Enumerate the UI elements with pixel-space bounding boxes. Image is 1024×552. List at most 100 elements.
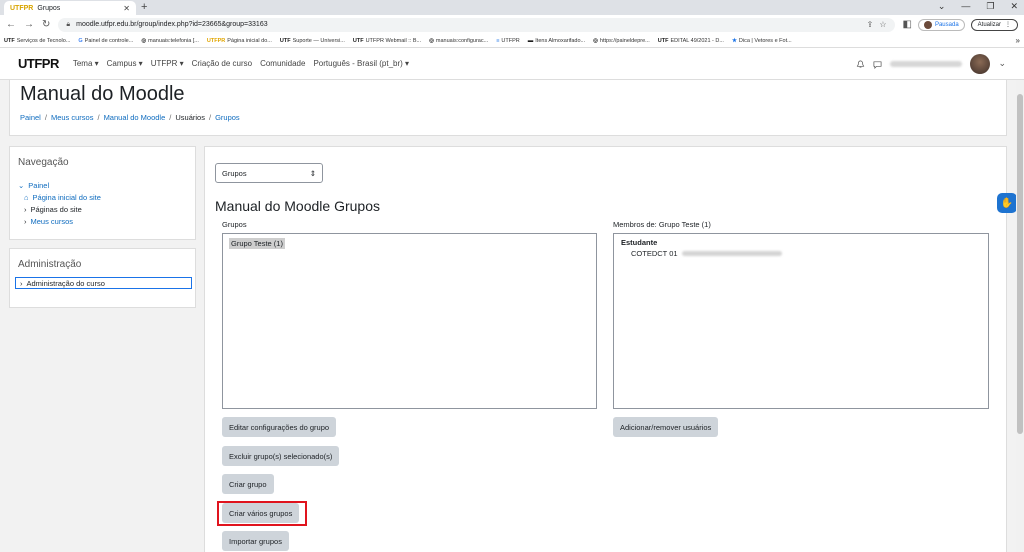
- menu-campus[interactable]: Campus ▾: [107, 59, 143, 68]
- scrollbar-thumb[interactable]: [1017, 94, 1023, 434]
- edit-group-settings-button[interactable]: Editar configurações do grupo: [222, 417, 337, 437]
- navigation-block: Navegação ⌄ Painel ⌂ Página inicial do s…: [9, 146, 196, 240]
- bookmark-label: Suporte — Universi...: [292, 37, 345, 44]
- bookmark-item[interactable]: ▬ Itens Almoxarifado...: [528, 38, 585, 44]
- restore-icon[interactable]: ❐: [986, 1, 994, 12]
- bookmark-item[interactable]: UTF UTFPR Webmail :: B...: [353, 38, 421, 44]
- bookmark-item[interactable]: ◎ https://paineldepre...: [593, 38, 650, 44]
- chevron-right-icon: ›: [20, 278, 23, 288]
- bookmark-item[interactable]: UTF Suporte — Universi...: [280, 38, 345, 44]
- add-remove-users-button[interactable]: Adicionar/remover usuários: [613, 417, 719, 437]
- breadcrumb: Painel / Meus cursos / Manual do Moodle …: [20, 113, 240, 122]
- groups-listbox[interactable]: Grupo Teste (1): [222, 233, 597, 409]
- forward-icon[interactable]: →: [24, 19, 34, 30]
- breadcrumb-painel[interactable]: Painel: [20, 113, 41, 122]
- reload-icon[interactable]: ↻: [42, 19, 50, 30]
- bookmark-label: UTFPR: [501, 37, 520, 44]
- side-panel-icon[interactable]: ◧: [903, 19, 912, 30]
- bookmark-item[interactable]: ≡ UTFPR: [496, 38, 520, 44]
- import-groups-button[interactable]: Importar grupos: [222, 531, 289, 551]
- create-group-button[interactable]: Criar grupo: [222, 474, 274, 494]
- minimize-icon[interactable]: —: [961, 1, 970, 12]
- address-bar[interactable]: 🔒︎ moodle.utfpr.edu.br/group/index.php?i…: [58, 17, 895, 32]
- user-menu-chevron-down-icon[interactable]: ⌄: [998, 58, 1006, 69]
- utfpr-blue-icon: ≡: [496, 37, 500, 44]
- menu-tema[interactable]: Tema ▾: [73, 59, 99, 68]
- admin-item-course-admin[interactable]: › Administração do curso: [15, 277, 192, 289]
- menu-comunidade[interactable]: Comunidade: [260, 59, 305, 68]
- user-name-blurred[interactable]: [890, 60, 963, 67]
- bookmark-item[interactable]: ★ Dica | Vetores e Fot...: [732, 38, 792, 44]
- page-header: Manual do Moodle Painel / Meus cursos / …: [9, 80, 1007, 136]
- member-name: COTEDCT 01: [631, 249, 678, 258]
- star-icon: ★: [731, 37, 737, 44]
- bookmarks-bar: UTF Serviços de Tecnolo... G Painel de con…: [0, 34, 1024, 48]
- share-icon[interactable]: ⇪: [867, 20, 874, 29]
- group-option-selected[interactable]: Grupo Teste (1): [229, 238, 285, 249]
- bookmark-item[interactable]: ◎ manuais:configurac...: [429, 38, 488, 44]
- nav-item-label[interactable]: Página inicial do site: [33, 193, 101, 202]
- breadcrumb-manual-do-moodle[interactable]: Manual do Moodle: [104, 113, 166, 122]
- menu-criacao-de-curso[interactable]: Criação de curso: [192, 59, 252, 68]
- bookmark-item[interactable]: UTF EDITAL 49/2021 - D...: [658, 38, 724, 44]
- bookmark-star-icon[interactable]: ☆: [879, 20, 886, 29]
- tab-title: Grupos: [37, 4, 61, 12]
- user-avatar[interactable]: [970, 53, 991, 74]
- breadcrumb-meus-cursos[interactable]: Meus cursos: [51, 113, 94, 122]
- close-window-icon[interactable]: ✕: [1010, 1, 1018, 12]
- notification-bell-icon[interactable]: [856, 58, 865, 68]
- bookmark-label: https://paineldepre...: [599, 37, 650, 44]
- utf-icon: UTF: [657, 37, 669, 44]
- page-scrollbar[interactable]: [1016, 80, 1024, 552]
- url-text[interactable]: moodle.utfpr.edu.br/group/index.php?id=2…: [76, 21, 861, 28]
- members-role-label: Estudante: [621, 238, 658, 247]
- messages-icon[interactable]: [873, 58, 882, 69]
- members-listbox[interactable]: Estudante COTEDCT 01: [613, 233, 989, 409]
- utfpr-favicon-icon: UTFPR: [10, 4, 34, 12]
- window-controls: ⌄ — ❐ ✕: [938, 1, 1018, 12]
- nav-item-paginas-do-site[interactable]: › Páginas do site: [18, 203, 101, 215]
- chevron-right-icon: ›: [24, 204, 27, 214]
- profile-button[interactable]: Pausada: [917, 18, 965, 31]
- lock-icon[interactable]: 🔒︎: [66, 21, 70, 29]
- accessibility-widget[interactable]: ✋: [997, 193, 1017, 213]
- bookmark-item[interactable]: G Painel de controle...: [78, 38, 133, 44]
- breadcrumb-separator: /: [97, 113, 100, 122]
- close-tab-icon[interactable]: ✕: [123, 4, 130, 13]
- navigation-block-title: Navegação: [18, 157, 69, 168]
- more-bookmarks-icon[interactable]: »: [1016, 36, 1020, 45]
- bookmark-item[interactable]: UTFPR Página inicial do...: [207, 38, 272, 44]
- bookmark-label: manuais:telefonia [...: [148, 37, 199, 44]
- bookmark-item[interactable]: UTF Serviços de Tecnolo...: [4, 38, 70, 44]
- nav-item-label[interactable]: Painel: [28, 181, 49, 190]
- utfpr-logo[interactable]: UTFPR: [18, 56, 59, 71]
- menu-kebab-icon: ⋮: [1005, 22, 1011, 28]
- nav-item-label[interactable]: Páginas do site: [31, 205, 82, 214]
- bookmark-item[interactable]: ◎ manuais:telefonia [...: [141, 38, 199, 44]
- globe-icon: ◎: [141, 37, 147, 44]
- nav-item-painel[interactable]: ⌄ Painel: [18, 179, 101, 191]
- google-icon: G: [78, 37, 83, 44]
- profile-label: Pausada: [934, 21, 959, 28]
- admin-item-label[interactable]: Administração do curso: [27, 279, 105, 288]
- nav-item-meus-cursos[interactable]: › Meus cursos: [18, 215, 101, 227]
- menu-language[interactable]: Português - Brasil (pt_br) ▾: [313, 59, 409, 68]
- nav-item-pagina-inicial[interactable]: ⌂ Página inicial do site: [18, 191, 101, 203]
- utfpr-icon: UTFPR: [206, 37, 226, 44]
- member-option[interactable]: COTEDCT 01: [621, 249, 782, 258]
- browser-tab[interactable]: UTFPR Grupos ✕: [4, 1, 136, 15]
- groups-heading: Manual do Moodle Grupos: [215, 198, 380, 214]
- delete-selected-groups-button[interactable]: Excluir grupo(s) selecionado(s): [222, 446, 340, 466]
- update-button[interactable]: Atualizar ⋮: [970, 18, 1018, 31]
- utf-icon: UTF: [4, 37, 15, 44]
- primary-menu: Tema ▾ Campus ▾ UTFPR ▾ Criação de curso…: [73, 59, 409, 68]
- menu-utfpr[interactable]: UTFPR ▾: [151, 59, 184, 68]
- group-view-select[interactable]: Grupos ⇕: [215, 163, 323, 183]
- tab-search-icon[interactable]: ⌄: [938, 1, 946, 12]
- globe-icon: ◎: [429, 37, 434, 44]
- nav-item-label[interactable]: Meus cursos: [31, 217, 74, 226]
- main-content: Grupos ⇕ Manual do Moodle Grupos Grupos …: [204, 146, 1007, 552]
- new-tab-icon[interactable]: +: [141, 1, 147, 13]
- breadcrumb-grupos[interactable]: Grupos: [215, 113, 240, 122]
- back-icon[interactable]: ←: [6, 19, 16, 30]
